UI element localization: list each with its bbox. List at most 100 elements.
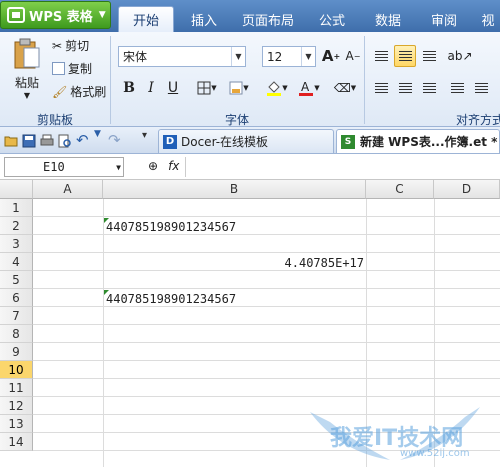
font-name-value: 宋体 [123, 50, 148, 64]
font-color-icon: A [299, 80, 314, 96]
paste-button[interactable]: 粘贴 ▼ [8, 38, 46, 108]
fill-cells-button[interactable]: ▼ [224, 77, 254, 99]
tab-home[interactable]: 开始 [118, 6, 174, 32]
ribbon-home: 粘贴 ▼ ✂ 剪切 复制 🖌 格式刷 剪贴板 宋体 ▼ 12 ▼ A + A − B… [0, 32, 500, 127]
select-all-corner[interactable] [0, 180, 33, 199]
align-top-button[interactable] [370, 45, 392, 67]
column-header-d[interactable]: D [434, 180, 500, 199]
bold-label: B [123, 80, 135, 96]
app-menu-button[interactable]: WPS 表格 ▼ [0, 1, 111, 29]
chevron-down-icon[interactable]: ▼ [94, 129, 108, 143]
copy-button[interactable]: 复制 [52, 60, 92, 77]
row-header-6[interactable]: 6 [0, 289, 33, 307]
insert-function-icon[interactable]: fx [168, 159, 179, 173]
italic-label: I [148, 80, 154, 96]
clear-format-button[interactable]: ⌫ ▼ [330, 77, 360, 99]
tab-data[interactable]: 数据 [364, 6, 412, 32]
column-header-c[interactable]: C [366, 180, 434, 199]
orientation-button[interactable]: ab↗ [446, 45, 474, 67]
redo-icon[interactable]: ↷ [108, 131, 122, 149]
undo-icon[interactable]: ↶ [76, 131, 90, 149]
save-icon[interactable] [22, 134, 36, 148]
underline-button[interactable]: U [162, 77, 184, 99]
align-middle-icon [398, 50, 412, 62]
align-right-button[interactable] [418, 77, 440, 99]
font-group-label: 字体 [224, 113, 249, 127]
align-center-button[interactable] [394, 77, 416, 99]
grow-font-button[interactable]: A + [320, 45, 342, 67]
row-header-9[interactable]: 9 [0, 343, 33, 361]
tab-review[interactable]: 审阅 [420, 6, 468, 32]
chevron-down-icon: ▼ [243, 84, 249, 92]
tab-formulas[interactable]: 公式 [308, 6, 356, 32]
italic-button[interactable]: I [140, 77, 162, 99]
name-box[interactable]: E10 ▼ [4, 157, 124, 177]
row-header-8[interactable]: 8 [0, 325, 33, 343]
borders-button[interactable]: ▼ [192, 77, 222, 99]
cell-b6[interactable]: 440785198901234567 [106, 290, 236, 308]
underline-label: U [167, 80, 179, 96]
quick-access-toolbar: ↶ ▼ ↷ ▾ D Docer-在线模板 S 新建 WPS表...作簿.et * [0, 127, 500, 154]
cut-label: 剪切 [65, 39, 90, 53]
tab-page-layout[interactable]: 页面布局 [236, 6, 300, 32]
increase-indent-icon [474, 82, 488, 94]
print-preview-icon[interactable] [58, 134, 72, 148]
cell-b4[interactable]: 4.40785E+17 [106, 254, 364, 272]
name-box-value: E10 [43, 160, 65, 174]
row-header-14[interactable]: 14 [0, 433, 33, 451]
align-left-button[interactable] [370, 77, 392, 99]
format-painter-label: 格式刷 [70, 85, 107, 99]
row-header-11[interactable]: 11 [0, 379, 33, 397]
wps-logo-icon [7, 7, 25, 23]
row-header-2[interactable]: 2 [0, 217, 33, 235]
formula-input[interactable] [185, 157, 500, 177]
grow-font-label: A [321, 47, 334, 65]
chevron-down-icon: ▼ [98, 10, 106, 20]
row-header-10[interactable]: 10 [0, 361, 33, 379]
font-color-button[interactable]: A ▼ [294, 77, 324, 99]
increase-indent-button[interactable] [470, 77, 492, 99]
row-header-1[interactable]: 1 [0, 199, 33, 217]
align-bottom-button[interactable] [418, 45, 440, 67]
fill-color-button[interactable]: ▼ [262, 77, 292, 99]
open-folder-icon[interactable] [4, 134, 18, 148]
text-orientation-icon: ab↗ [447, 49, 473, 63]
cell-b2[interactable]: 440785198901234567 [106, 218, 236, 236]
row-header-12[interactable]: 12 [0, 397, 33, 415]
paste-label: 粘贴 [14, 76, 39, 90]
doctab-workbook[interactable]: S 新建 WPS表...作簿.et * [336, 129, 500, 153]
zoom-icon[interactable]: ⊕ [148, 159, 158, 173]
column-header-a[interactable]: A [33, 180, 103, 199]
shrink-font-label: A [345, 49, 354, 63]
shrink-font-button[interactable]: A − [342, 45, 364, 67]
row-header-4[interactable]: 4 [0, 253, 33, 271]
doctab-docer-label: Docer-在线模板 [181, 135, 269, 149]
tab-insert[interactable]: 插入 [180, 6, 228, 32]
row-header-5[interactable]: 5 [0, 271, 33, 289]
watermark-url: www.52ij.com [400, 448, 470, 459]
chevron-down-icon: ▼ [211, 84, 217, 92]
svg-text:A: A [301, 80, 310, 94]
align-middle-button[interactable] [394, 45, 416, 67]
align-right-icon [422, 82, 436, 94]
tab-view[interactable]: 视 [476, 6, 500, 32]
docer-icon: D [163, 134, 177, 149]
paint-bucket-icon [267, 81, 282, 96]
doctab-docer[interactable]: D Docer-在线模板 [158, 129, 334, 153]
spreadsheet-icon: S [341, 134, 355, 149]
font-name-combo[interactable]: 宋体 ▼ [118, 46, 246, 67]
font-size-combo[interactable]: 12 ▼ [262, 46, 316, 67]
format-painter-button[interactable]: 🖌 格式刷 [52, 83, 106, 100]
chevron-down-icon: ▼ [350, 84, 357, 92]
row-header-13[interactable]: 13 [0, 415, 33, 433]
row-header-3[interactable]: 3 [0, 235, 33, 253]
bold-button[interactable]: B [118, 77, 140, 99]
copy-label: 复制 [68, 62, 93, 76]
doctab-workbook-label: 新建 WPS表...作簿.et * [360, 135, 498, 149]
row-header-7[interactable]: 7 [0, 307, 33, 325]
customize-toolbar-icon[interactable]: ▾ [142, 130, 156, 144]
cut-button[interactable]: ✂ 剪切 [52, 37, 89, 54]
print-icon[interactable] [40, 134, 54, 148]
column-header-b[interactable]: B [103, 180, 366, 199]
decrease-indent-button[interactable] [446, 77, 468, 99]
